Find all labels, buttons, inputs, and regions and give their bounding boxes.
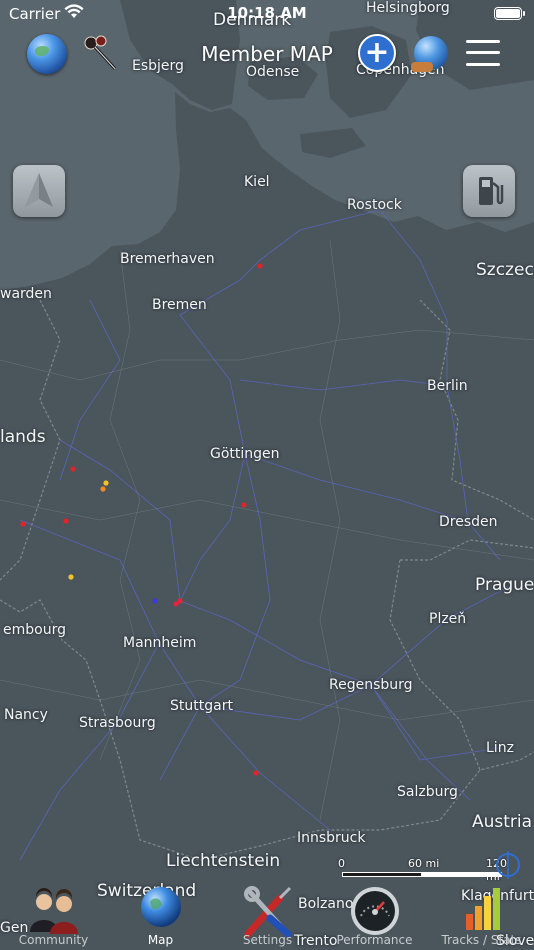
city-label: Strasbourg [79, 715, 156, 731]
city-label: Stuttgart [170, 698, 233, 714]
globe-button[interactable] [27, 34, 67, 74]
city-label: Odense [246, 64, 300, 80]
city-label: Plzeň [429, 611, 467, 627]
north-arrow-icon [25, 173, 53, 207]
tab-settings[interactable]: Settings [214, 876, 321, 950]
member-marker[interactable] [70, 466, 76, 472]
member-marker[interactable] [103, 480, 109, 486]
scale-mid-label: 60 mi [408, 857, 440, 870]
city-label: Bremen [152, 297, 207, 313]
city-label: Berlin [427, 378, 468, 394]
city-label: Nancy [4, 707, 48, 723]
country-label: lands [0, 427, 46, 447]
globe-icon [140, 887, 181, 927]
city-label: Salzburg [397, 784, 458, 800]
member-marker[interactable] [173, 601, 179, 607]
city-label: Göttingen [210, 446, 280, 462]
tab-map[interactable]: Map [107, 876, 214, 950]
city-label: embourg [3, 622, 66, 638]
menu-button[interactable] [466, 38, 500, 68]
tab-label: Map [147, 933, 174, 947]
city-label: Dresden [439, 514, 498, 530]
scale-start-label: 0 [338, 857, 345, 870]
tab-label: Settings [242, 933, 293, 947]
tab-label: Performance [336, 933, 413, 947]
route-tool-button[interactable] [79, 33, 121, 75]
city-label: Regensburg [329, 677, 413, 693]
status-clock: 10:18 AM [227, 4, 307, 22]
compass-button[interactable] [13, 165, 65, 217]
country-label: Prague [475, 575, 534, 595]
city-label: Innsbruck [297, 830, 366, 846]
status-bar: Carrier 10:18 AM [0, 0, 534, 28]
speedometer-icon [350, 887, 399, 935]
battery-icon [494, 7, 525, 20]
city-label: Kiel [244, 174, 270, 190]
member-marker[interactable] [100, 486, 106, 492]
member-marker[interactable] [20, 521, 26, 527]
city-label: Rostock [347, 197, 402, 213]
community-icon [29, 888, 78, 934]
member-globe-button[interactable] [411, 36, 448, 72]
fuel-station-button[interactable] [463, 165, 515, 217]
member-marker[interactable] [241, 502, 247, 508]
tab-community[interactable]: Community [0, 876, 107, 950]
country-label: Austria [472, 812, 533, 832]
tab-tracks-stats[interactable]: Tracks / Stats [428, 876, 534, 950]
city-label: Bremerhaven [120, 251, 215, 267]
add-button[interactable]: + [358, 34, 396, 72]
map-view[interactable] [0, 0, 534, 950]
member-marker[interactable] [68, 574, 74, 580]
member-marker[interactable] [257, 263, 263, 269]
tab-label: Community [18, 933, 89, 947]
bar-chart-icon [465, 888, 500, 930]
tools-icon [243, 886, 291, 938]
city-label: Linz [486, 740, 514, 756]
country-label: Szczec [476, 260, 534, 280]
tab-bar: Community Map Settings Performance Track… [0, 876, 534, 950]
city-label: warden [0, 286, 52, 302]
tab-label: Tracks / Stats [441, 933, 522, 947]
location-target-icon[interactable] [494, 851, 522, 879]
fuel-pump-icon [479, 177, 504, 205]
member-marker[interactable] [253, 770, 259, 776]
member-marker[interactable] [63, 518, 69, 524]
member-marker[interactable] [152, 598, 158, 604]
menu-icon [466, 40, 500, 43]
country-label: Liechtenstein [166, 851, 281, 871]
city-label: Mannheim [123, 635, 197, 651]
tab-performance[interactable]: Performance [321, 876, 428, 950]
pushpin-icon [84, 35, 119, 73]
